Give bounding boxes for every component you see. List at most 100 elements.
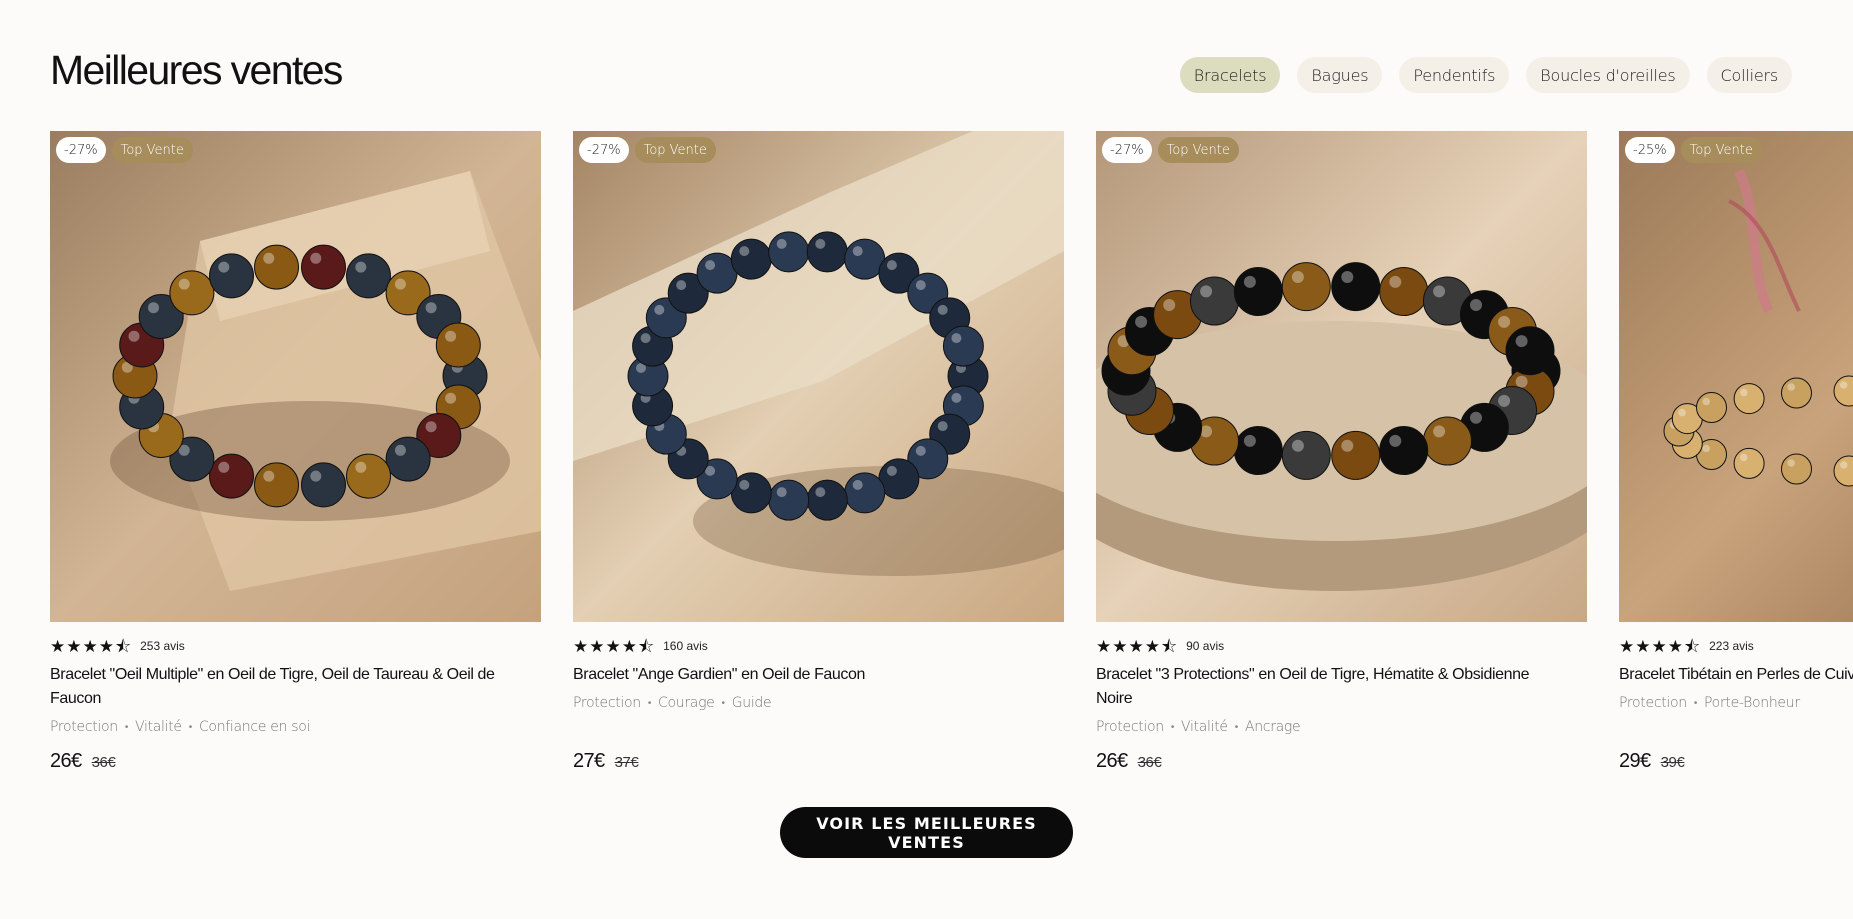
product-tags: Protection • Courage • Guide bbox=[573, 695, 1064, 711]
star-icon: ★ bbox=[1144, 636, 1160, 656]
product-card[interactable]: -27% Top Vente ★ ★ ★ ★ ⯪ 253 avis Bracelet "… bbox=[50, 131, 541, 772]
price: 26€ bbox=[1096, 750, 1128, 772]
price-block: 26€ 36€ bbox=[1096, 750, 1162, 773]
rating: ★ ★ ★ ★ ⯪ 90 avis bbox=[1096, 637, 1587, 655]
old-price: 36€ bbox=[91, 754, 116, 771]
old-price: 36€ bbox=[1137, 754, 1162, 771]
separator-dot: • bbox=[124, 721, 129, 733]
old-price: 37€ bbox=[614, 754, 639, 771]
product-card[interactable]: -27% Top Vente ★ ★ ★ ★ ⯪ 90 avis Bracelet "3… bbox=[1096, 131, 1587, 772]
tag: Vitalité bbox=[135, 719, 182, 735]
tag: Protection bbox=[1619, 695, 1687, 711]
product-name[interactable]: Bracelet "Oeil Multiple" en Oeil de Tigr… bbox=[50, 663, 520, 711]
old-price: 39€ bbox=[1660, 754, 1685, 771]
star-icon: ★ bbox=[50, 636, 66, 656]
star-icon: ★ bbox=[1619, 636, 1635, 656]
product-image[interactable]: -27% Top Vente bbox=[50, 131, 541, 622]
tag: Vitalité bbox=[1181, 719, 1228, 735]
separator-dot: • bbox=[1234, 721, 1239, 733]
star-rating: ★ ★ ★ ★ ⯪ bbox=[1096, 638, 1177, 655]
half-star-icon: ⯪ bbox=[1684, 636, 1701, 656]
tag: Guide bbox=[731, 695, 772, 711]
product-tags: Protection • Vitalité • Confiance en soi bbox=[50, 719, 541, 735]
product-image[interactable]: -27% Top Vente bbox=[1096, 131, 1587, 622]
product-image[interactable]: -25% Top Vente bbox=[1619, 131, 1853, 622]
tag: Protection bbox=[573, 695, 641, 711]
star-icon: ★ bbox=[589, 636, 605, 656]
product-image[interactable]: -27% Top Vente bbox=[573, 131, 1064, 622]
bracelet-photo bbox=[573, 131, 1064, 622]
discount-badge: -25% bbox=[1625, 137, 1675, 163]
review-count: 253 avis bbox=[140, 639, 185, 653]
separator-dot: • bbox=[1170, 721, 1175, 733]
price: 29€ bbox=[1619, 750, 1651, 772]
star-icon: ★ bbox=[66, 636, 82, 656]
tab-bracelets[interactable]: Bracelets bbox=[1179, 57, 1281, 93]
review-count: 160 avis bbox=[663, 639, 708, 653]
rating: ★ ★ ★ ★ ⯪ 253 avis bbox=[50, 637, 541, 655]
discount-badge: -27% bbox=[1102, 137, 1152, 163]
badges: -27% Top Vente bbox=[56, 137, 193, 163]
star-rating: ★ ★ ★ ★ ⯪ bbox=[573, 638, 654, 655]
separator-dot: • bbox=[188, 721, 193, 733]
star-icon: ★ bbox=[573, 636, 589, 656]
price: 26€ bbox=[50, 750, 82, 772]
price-block: 29€ 39€ bbox=[1619, 750, 1685, 773]
price: 27€ bbox=[573, 750, 605, 772]
top-sale-badge: Top Vente bbox=[1157, 137, 1239, 163]
product-card[interactable]: -25% Top Vente ★ ★ ★ ★ ⯪ 223 avis Bracelet T… bbox=[1619, 131, 1853, 772]
page-title: Meilleures ventes bbox=[50, 47, 343, 93]
star-icon: ★ bbox=[1096, 636, 1112, 656]
star-icon: ★ bbox=[98, 636, 114, 656]
product-card[interactable]: -27% Top Vente ★ ★ ★ ★ ⯪ 160 avis Bracelet "… bbox=[573, 131, 1064, 772]
badges: -27% Top Vente bbox=[1102, 137, 1239, 163]
view-best-sellers-button[interactable]: VOIR LES MEILLEURES VENTES bbox=[780, 807, 1073, 858]
tab-colliers[interactable]: Colliers bbox=[1706, 57, 1792, 93]
half-star-icon: ⯪ bbox=[1161, 636, 1178, 656]
tag: Porte-Bonheur bbox=[1704, 695, 1800, 711]
separator-dot: • bbox=[1693, 697, 1698, 709]
bracelet-photo bbox=[1619, 131, 1853, 622]
star-icon: ★ bbox=[82, 636, 98, 656]
star-rating: ★ ★ ★ ★ ⯪ bbox=[50, 638, 131, 655]
tag: Confiance en soi bbox=[198, 719, 311, 735]
separator-dot: • bbox=[721, 697, 726, 709]
product-tags: Protection • Vitalité • Ancrage bbox=[1096, 719, 1587, 735]
top-sale-badge: Top Vente bbox=[1680, 137, 1762, 163]
star-icon: ★ bbox=[621, 636, 637, 656]
badges: -27% Top Vente bbox=[579, 137, 716, 163]
half-star-icon: ⯪ bbox=[638, 636, 655, 656]
tag: Protection bbox=[50, 719, 118, 735]
top-sale-badge: Top Vente bbox=[634, 137, 716, 163]
product-name[interactable]: Bracelet Tibétain en Perles de Cuivre bbox=[1619, 663, 1853, 687]
price-block: 27€ 37€ bbox=[573, 750, 639, 773]
product-carousel: -27% Top Vente ★ ★ ★ ★ ⯪ 253 avis Bracelet "… bbox=[50, 131, 1853, 791]
review-count: 223 avis bbox=[1709, 639, 1754, 653]
category-tabs: Bracelets Bagues Pendentifs Boucles d'or… bbox=[1179, 57, 1792, 93]
tag: Ancrage bbox=[1244, 719, 1301, 735]
half-star-icon: ⯪ bbox=[115, 636, 132, 656]
star-rating: ★ ★ ★ ★ ⯪ bbox=[1619, 638, 1700, 655]
tab-bagues[interactable]: Bagues bbox=[1297, 57, 1383, 93]
review-count: 90 avis bbox=[1186, 639, 1225, 653]
tab-boucles-oreilles[interactable]: Boucles d'oreilles bbox=[1526, 57, 1690, 93]
badges: -25% Top Vente bbox=[1625, 137, 1762, 163]
star-icon: ★ bbox=[605, 636, 621, 656]
tag: Courage bbox=[658, 695, 715, 711]
bracelet-photo bbox=[1096, 131, 1587, 622]
bracelet-photo bbox=[50, 131, 541, 622]
price-block: 26€ 36€ bbox=[50, 750, 116, 773]
discount-badge: -27% bbox=[56, 137, 106, 163]
star-icon: ★ bbox=[1651, 636, 1667, 656]
star-icon: ★ bbox=[1667, 636, 1683, 656]
product-name[interactable]: Bracelet "3 Protections" en Oeil de Tigr… bbox=[1096, 663, 1566, 711]
tag: Protection bbox=[1096, 719, 1164, 735]
discount-badge: -27% bbox=[579, 137, 629, 163]
star-icon: ★ bbox=[1112, 636, 1128, 656]
product-tags: Protection • Porte-Bonheur bbox=[1619, 695, 1853, 711]
star-icon: ★ bbox=[1128, 636, 1144, 656]
tab-pendentifs[interactable]: Pendentifs bbox=[1399, 57, 1510, 93]
rating: ★ ★ ★ ★ ⯪ 223 avis bbox=[1619, 637, 1853, 655]
rating: ★ ★ ★ ★ ⯪ 160 avis bbox=[573, 637, 1064, 655]
product-name[interactable]: Bracelet "Ange Gardien" en Oeil de Fauco… bbox=[573, 663, 1043, 687]
